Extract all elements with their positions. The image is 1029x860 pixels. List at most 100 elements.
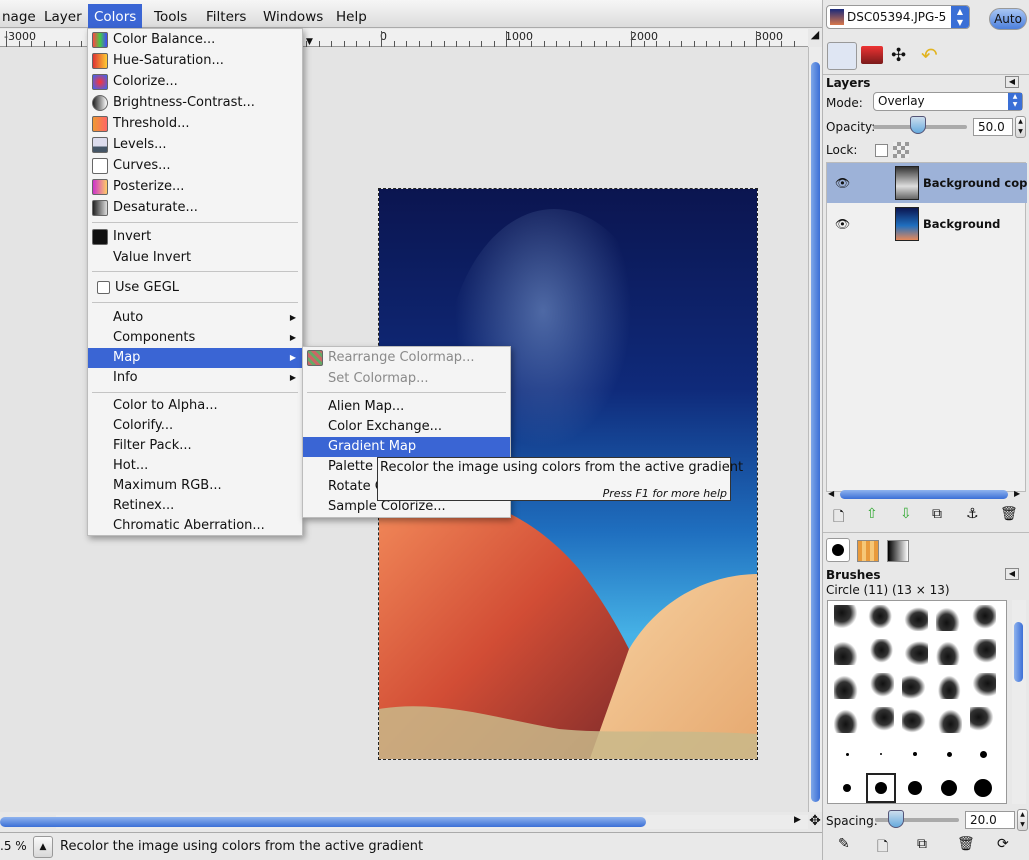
duplicate-brush-icon[interactable]: ⧉ <box>917 836 927 852</box>
brush-thumbnail[interactable] <box>936 707 962 733</box>
map-item[interactable]: Map ▶ <box>88 348 302 368</box>
new-layer-icon[interactable]: 🗋 <box>833 506 844 530</box>
opacity-slider-thumb[interactable] <box>910 116 926 134</box>
brush-thumbnail[interactable] <box>902 707 928 733</box>
scroll-right-icon[interactable]: ▶ <box>1014 489 1020 498</box>
menu-filters[interactable]: Filters <box>200 0 252 28</box>
layer-row[interactable]: 👁 Background <box>827 204 1027 244</box>
color-balance-item[interactable]: Color Balance... <box>88 30 302 50</box>
panel-menu-icon[interactable]: ◀ <box>1005 568 1019 580</box>
new-brush-icon[interactable]: 🗋 <box>877 836 888 860</box>
vertical-scrollbar[interactable] <box>808 47 822 812</box>
scrollbar-thumb[interactable] <box>811 62 820 802</box>
brush-thumbnail[interactable] <box>970 639 996 665</box>
brush-thumbnail[interactable] <box>970 775 996 801</box>
threshold-item[interactable]: Threshold... <box>88 114 302 134</box>
alien-map-item[interactable]: Alien Map... <box>303 397 510 417</box>
colorify-item[interactable]: Colorify... <box>88 416 302 436</box>
panel-menu-icon[interactable]: ◀ <box>1005 76 1019 88</box>
brush-thumbnail[interactable] <box>970 707 996 733</box>
set-colormap-item[interactable]: Set Colormap... <box>303 369 510 389</box>
auto-item[interactable]: Auto ▶ <box>88 308 302 328</box>
refresh-brushes-icon[interactable]: ⟳ <box>997 836 1009 852</box>
curves-item[interactable]: Curves... <box>88 156 302 176</box>
raise-layer-icon[interactable]: ⇧ <box>866 506 878 522</box>
delete-layer-icon[interactable]: 🗑 <box>1000 506 1018 522</box>
brush-thumbnail[interactable] <box>868 707 894 733</box>
edit-brush-icon[interactable]: ✎ <box>838 836 850 852</box>
brush-thumbnail[interactable] <box>834 775 860 801</box>
hue-saturation-item[interactable]: Hue-Saturation... <box>88 51 302 71</box>
lock-checkbox[interactable] <box>875 144 888 157</box>
opacity-field[interactable]: 50.0 <box>973 118 1013 136</box>
brush-thumbnail[interactable] <box>868 673 894 699</box>
brush-thumbnail[interactable] <box>970 605 996 631</box>
navigate-icon[interactable]: ◢ <box>808 28 822 47</box>
undo-history-tab-icon[interactable]: ↶ <box>921 44 943 66</box>
layer-name[interactable]: Background copy <box>923 176 1027 190</box>
levels-item[interactable]: Levels... <box>88 135 302 155</box>
channels-tab-icon[interactable] <box>861 46 883 64</box>
move-icon[interactable]: ✥ <box>808 813 822 831</box>
maximum-rgb-item[interactable]: Maximum RGB... <box>88 476 302 496</box>
invert-item[interactable]: Invert <box>88 227 302 247</box>
brush-thumbnail[interactable] <box>936 741 962 767</box>
desaturate-item[interactable]: Desaturate... <box>88 198 302 218</box>
menu-windows[interactable]: Windows <box>257 0 329 28</box>
spacing-field[interactable]: 20.0 <box>965 811 1015 829</box>
brush-thumbnail[interactable] <box>834 639 860 665</box>
delete-brush-icon[interactable]: 🗑 <box>957 836 975 852</box>
brush-thumbnail[interactable] <box>834 707 860 733</box>
brush-thumbnail[interactable] <box>834 741 860 767</box>
anchor-layer-icon[interactable]: ⚓ <box>966 506 979 522</box>
layers-hscrollbar[interactable]: ◀ ▶ <box>828 488 1026 502</box>
checkbox-icon[interactable] <box>97 281 110 294</box>
brush-thumbnail[interactable] <box>834 605 860 631</box>
scroll-left-icon[interactable]: ◀ <box>828 489 834 498</box>
brush-thumbnail[interactable] <box>902 741 928 767</box>
scrollbar-thumb[interactable] <box>0 817 646 827</box>
brush-thumbnail[interactable] <box>936 673 962 699</box>
brush-thumbnail[interactable] <box>902 775 928 801</box>
brush-thumbnail[interactable] <box>902 639 928 665</box>
brush-thumbnail[interactable] <box>936 605 962 631</box>
image-select[interactable]: DSC05394.JPG-5 ▲ ▼ <box>826 5 970 29</box>
hot-item[interactable]: Hot... <box>88 456 302 476</box>
spacing-slider-thumb[interactable] <box>888 810 904 828</box>
retinex-item[interactable]: Retinex... <box>88 496 302 516</box>
menu-colors[interactable]: Colors <box>88 4 143 28</box>
spacing-stepper[interactable]: ▲ ▼ <box>1017 809 1028 831</box>
rearrange-colormap-item[interactable]: Rearrange Colormap... <box>303 348 510 368</box>
menu-help[interactable]: Help <box>330 0 373 28</box>
zoom-value[interactable]: .5 % <box>0 839 27 853</box>
brightness-contrast-item[interactable]: Brightness-Contrast... <box>88 93 302 113</box>
brush-thumbnail[interactable] <box>866 773 896 803</box>
paths-tab-icon[interactable]: ✣ <box>891 46 913 66</box>
auto-button[interactable]: Auto <box>989 8 1027 30</box>
brush-thumbnail[interactable] <box>970 741 996 767</box>
posterize-item[interactable]: Posterize... <box>88 177 302 197</box>
lower-layer-icon[interactable]: ⇩ <box>900 506 912 522</box>
brush-thumbnail[interactable] <box>868 639 894 665</box>
horizontal-scrollbar[interactable]: ▶ <box>0 815 808 829</box>
gradients-tab-icon[interactable] <box>887 540 909 562</box>
chromatic-aberration-item[interactable]: Chromatic Aberration... <box>88 516 302 536</box>
lock-alpha-icon[interactable] <box>893 142 909 158</box>
info-item[interactable]: Info ▶ <box>88 368 302 388</box>
use-gegl-item[interactable]: Use GEGL <box>88 278 302 298</box>
brush-thumbnail[interactable] <box>834 673 860 699</box>
menu-image[interactable]: nage <box>0 0 42 28</box>
brush-thumbnail[interactable] <box>902 605 928 631</box>
colorize-item[interactable]: Colorize... <box>88 72 302 92</box>
value-invert-item[interactable]: Value Invert <box>88 248 302 268</box>
color-to-alpha-item[interactable]: Color to Alpha... <box>88 396 302 416</box>
mode-select[interactable]: Overlay ▲ ▼ <box>873 92 1023 111</box>
opacity-stepper[interactable]: ▲ ▼ <box>1015 116 1026 138</box>
scroll-right-icon[interactable]: ▶ <box>794 815 801 825</box>
patterns-tab-icon[interactable] <box>857 540 879 562</box>
layer-row[interactable]: 👁 Background copy <box>827 163 1027 203</box>
brushes-tab-icon[interactable] <box>826 538 850 562</box>
scrollbar-thumb[interactable] <box>840 490 1008 499</box>
menu-tools[interactable]: Tools <box>148 0 193 28</box>
brush-thumbnail[interactable] <box>868 741 894 767</box>
